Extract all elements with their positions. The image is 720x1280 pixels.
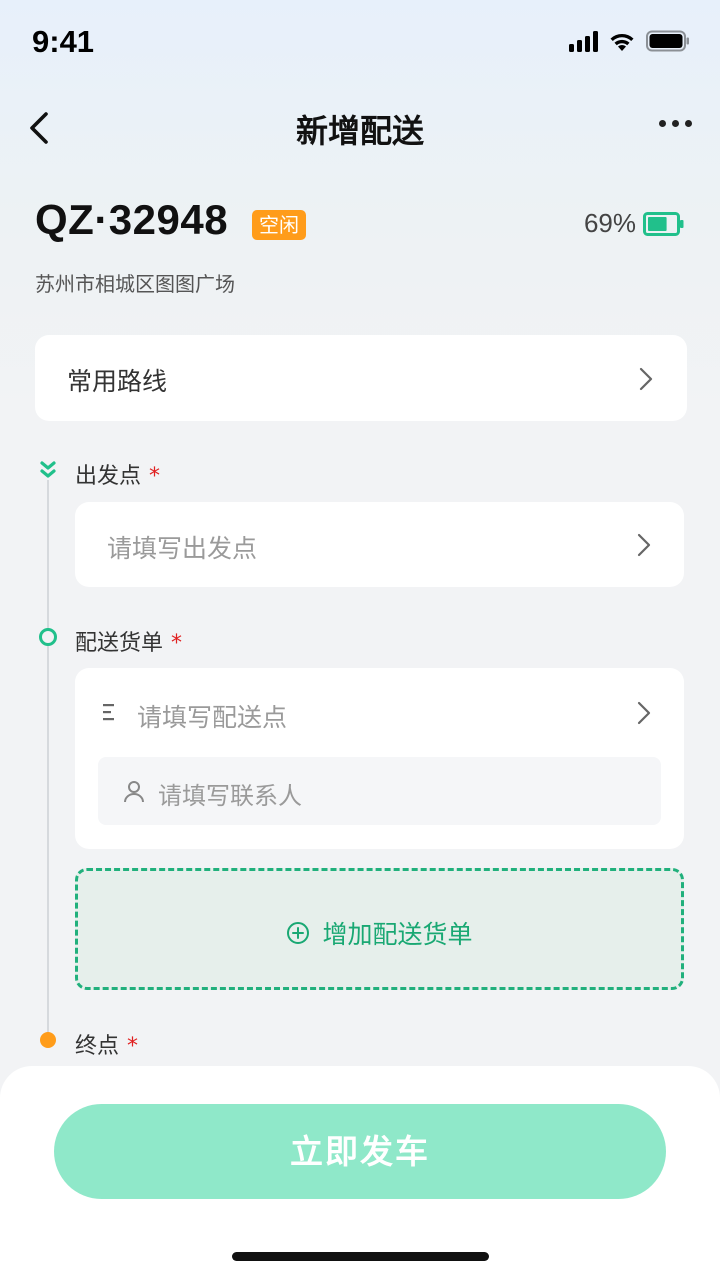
timeline-line — [47, 478, 49, 1038]
nav-bar: 新增配送 — [0, 90, 720, 166]
destination-dot-icon — [40, 1032, 56, 1048]
status-badge: 空闲 — [252, 210, 306, 240]
plus-circle-icon — [287, 922, 310, 944]
add-delivery-order-label: 增加配送货单 — [322, 920, 473, 949]
destination-label: 终点 * — [75, 1028, 138, 1060]
chevron-right-icon — [637, 533, 651, 557]
wifi-icon — [610, 33, 634, 51]
origin-field[interactable]: 请填写出发点 — [75, 502, 684, 587]
battery-icon — [643, 212, 684, 236]
bottom-action-bar: 立即发车 — [0, 1066, 720, 1280]
delivery-label-text: 配送货单 — [75, 631, 164, 656]
delivery-stop-field[interactable]: 请填写配送点 — [137, 698, 287, 734]
status-bar: 9:41 — [0, 0, 720, 84]
more-icon[interactable] — [659, 120, 692, 127]
destination-label-text: 终点 — [75, 1034, 120, 1059]
required-mark: * — [171, 631, 183, 656]
chevron-right-icon — [639, 367, 653, 391]
page-title: 新增配送 — [295, 112, 424, 150]
delivery-order-card: 请填写配送点 请填写联系人 — [75, 668, 684, 849]
person-icon — [124, 781, 144, 803]
add-delivery-order-button[interactable]: 增加配送货单 — [75, 868, 684, 990]
home-indicator — [232, 1252, 489, 1261]
battery-percentage: 69% — [583, 208, 636, 238]
contact-placeholder: 请填写联系人 — [158, 782, 302, 810]
origin-placeholder: 请填写出发点 — [107, 534, 258, 563]
vehicle-address: 苏州市相城区图图广场 — [35, 272, 235, 296]
common-route-row[interactable]: 常用路线 — [35, 335, 687, 421]
drag-handle-icon[interactable] — [102, 703, 118, 721]
signal-icon — [569, 30, 598, 52]
waypoint-ring-icon — [39, 628, 57, 646]
contact-field[interactable]: 请填写联系人 — [98, 757, 661, 825]
origin-label: 出发点 * — [75, 458, 160, 490]
required-mark: * — [149, 464, 161, 489]
common-route-label: 常用路线 — [67, 367, 168, 396]
required-mark: * — [127, 1034, 139, 1059]
chevron-right-icon — [637, 701, 651, 725]
status-battery-icon — [646, 30, 689, 52]
origin-label-text: 出发点 — [75, 464, 142, 489]
status-icons — [569, 30, 690, 52]
status-time: 9:41 — [32, 24, 95, 59]
double-chevron-down-icon — [39, 460, 57, 480]
delivery-label: 配送货单 * — [75, 625, 182, 657]
vehicle-plate: QZ·32948 — [35, 196, 229, 243]
add-delivery-order-content: 增加配送货单 — [78, 915, 681, 951]
depart-now-button[interactable]: 立即发车 — [54, 1104, 666, 1199]
